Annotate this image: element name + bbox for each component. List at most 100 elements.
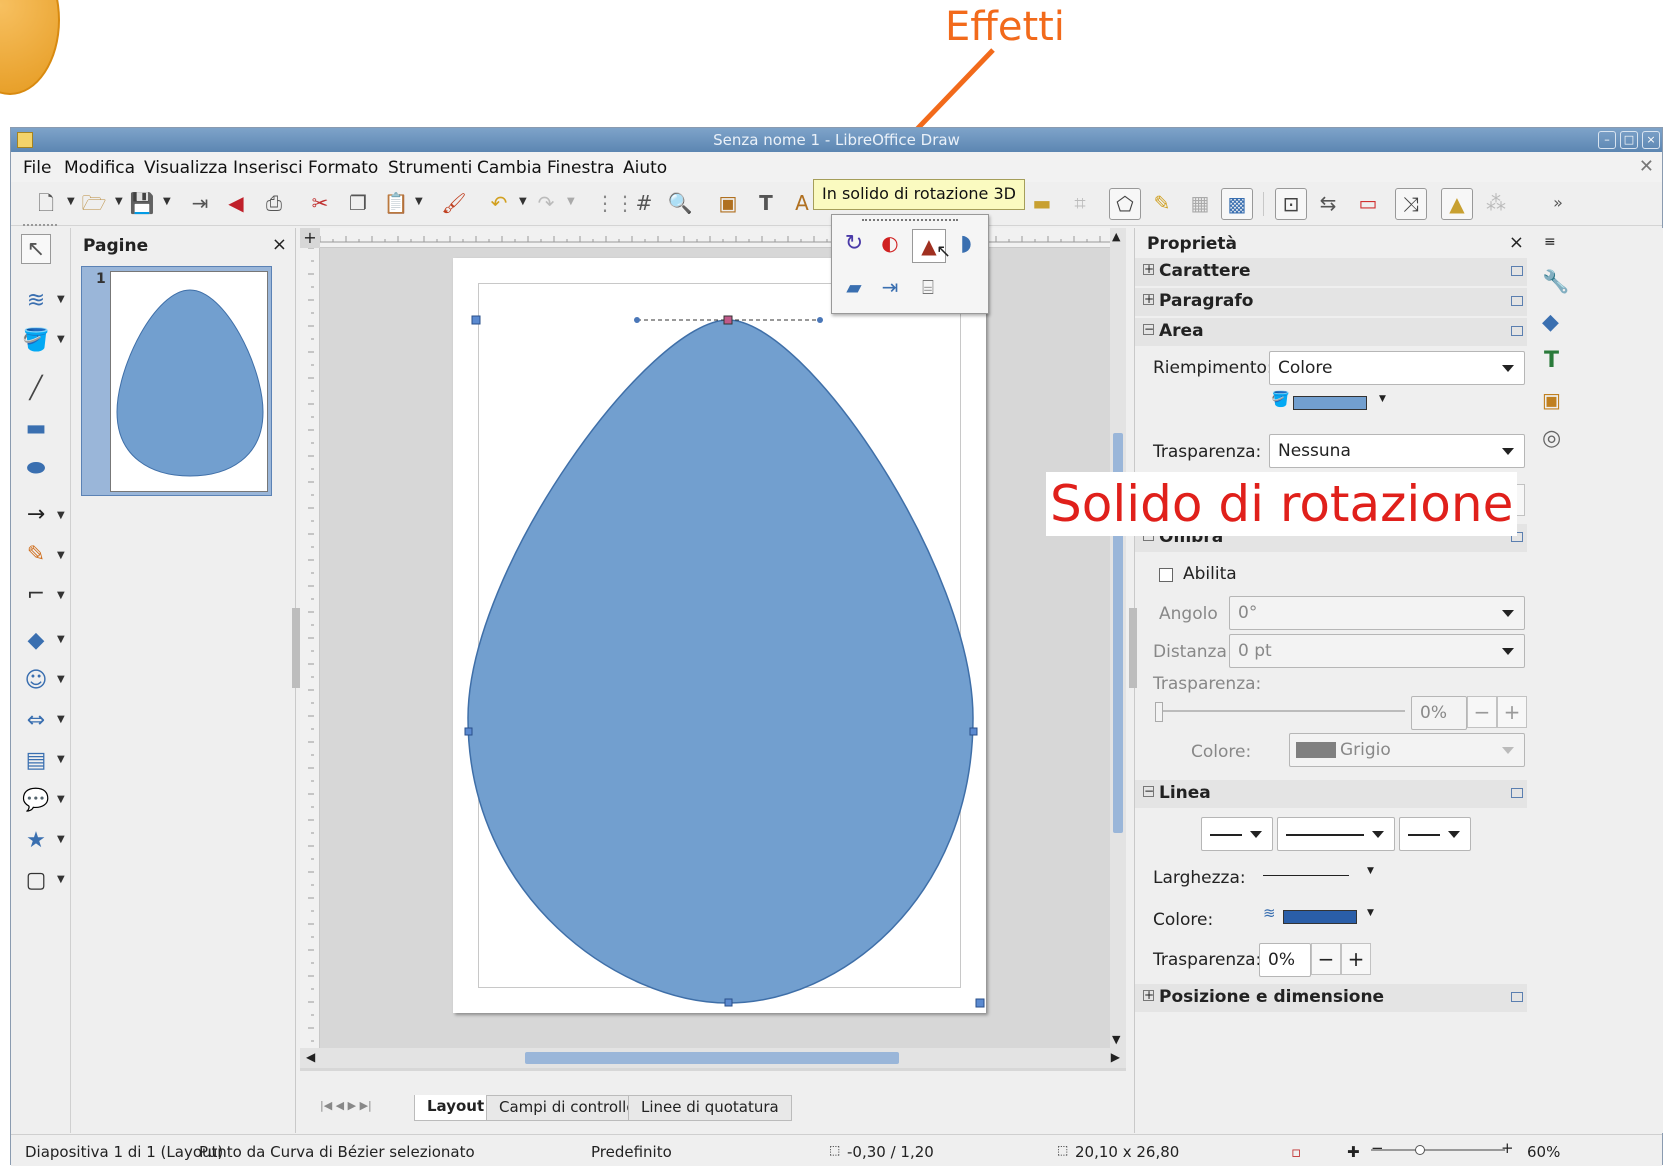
more-tools-icon[interactable]: ⁂ (1483, 190, 1509, 216)
zoom-slider[interactable] (1371, 1149, 1505, 1151)
shadow-toggle-icon[interactable]: ▬ (1029, 190, 1055, 216)
curve-icon[interactable]: ✎ (21, 540, 51, 570)
line-minus-button[interactable]: − (1311, 943, 1341, 975)
shadow-plus-button[interactable]: + (1497, 696, 1527, 728)
sidebar-menu-icon[interactable]: ≡ (1544, 234, 1556, 250)
cylinder-icon[interactable]: ⌸ (914, 275, 942, 305)
section-posizione-dimensione[interactable]: + Posizione e dimensione (1135, 984, 1527, 1012)
insert-image-icon[interactable]: ▣ (715, 190, 741, 216)
shadow-angle-select[interactable]: 0° (1229, 596, 1525, 630)
copy-icon[interactable]: ❐ (345, 190, 371, 216)
arrange-icon[interactable]: ⇆ (1315, 190, 1341, 216)
menu-cambia[interactable]: Cambia (477, 158, 542, 178)
flowchart-icon[interactable]: ▤ (21, 746, 51, 776)
flip-icon[interactable]: ◐ (876, 231, 904, 261)
transparency-icon[interactable]: ⇥ (876, 275, 904, 305)
clone-formatting-icon[interactable]: 🖌 (441, 190, 467, 216)
undo-dropdown-icon[interactable]: ▼ (519, 196, 527, 207)
undo-icon[interactable]: ↶ (486, 190, 512, 216)
connector-icon[interactable]: ⌐ (21, 580, 51, 610)
glue-points-icon[interactable]: ✎ (1149, 190, 1175, 216)
select-arrow-icon[interactable]: ↖ (21, 234, 51, 264)
gallery-deck-icon[interactable]: ▣ (1542, 388, 1561, 412)
connector-dropdown-icon[interactable]: ▼ (57, 590, 65, 601)
basic-shapes-dropdown-icon[interactable]: ▼ (57, 634, 65, 645)
3d-effects-icon[interactable]: ▲ (1441, 188, 1473, 220)
vertical-scrollbar[interactable]: ▲ ▼ (1110, 228, 1126, 1048)
pages-panel-splitter[interactable] (292, 608, 300, 688)
menu-formato[interactable]: Formato (308, 158, 378, 178)
paste-icon[interactable]: 📋 (383, 190, 409, 216)
popup-grip[interactable] (862, 219, 958, 221)
lines-arrows-icon[interactable]: → (21, 500, 51, 530)
maximize-icon[interactable]: □ (1620, 131, 1638, 149)
callouts-dropdown-icon[interactable]: ▼ (57, 794, 65, 805)
fit-page-icon[interactable]: ✚ (1347, 1143, 1360, 1161)
cut-icon[interactable]: ✂ (307, 190, 333, 216)
grid-icon[interactable]: ⋮⋮ (595, 190, 635, 216)
page-thumbnail[interactable]: 1 (81, 266, 272, 496)
line-transparency-field[interactable]: 0% (1259, 943, 1311, 977)
more-options-icon[interactable] (1511, 296, 1523, 306)
insert-textbox-icon[interactable]: T (753, 190, 779, 216)
open-dropdown-icon[interactable]: ▼ (115, 196, 123, 207)
zoom-slider-thumb[interactable] (1415, 1145, 1425, 1155)
status-zoom[interactable]: 60% (1527, 1143, 1560, 1161)
horizontal-scroll-thumb[interactable] (525, 1052, 899, 1064)
section-area[interactable]: − Area (1135, 318, 1527, 346)
stars-dropdown-icon[interactable]: ▼ (57, 834, 65, 845)
save-icon[interactable]: 💾 (129, 190, 155, 216)
set-in-circle-icon[interactable]: ◗ (952, 231, 980, 261)
save-dropdown-icon[interactable]: ▼ (163, 196, 171, 207)
fontwork-deck-icon[interactable]: T (1544, 348, 1559, 373)
properties-close-icon[interactable]: × (1509, 232, 1524, 253)
fontwork-icon[interactable]: A (789, 190, 815, 216)
stars-icon[interactable]: ★ (21, 826, 51, 856)
crop-icon[interactable]: ⌗ (1067, 190, 1093, 216)
curve-dropdown-icon[interactable]: ▼ (57, 550, 65, 561)
align-icon[interactable]: ⊡ (1275, 188, 1307, 220)
scroll-down-icon[interactable]: ▼ (1112, 1033, 1120, 1046)
line-icon[interactable]: ╱ (21, 374, 51, 404)
line-color-dropdown-icon[interactable]: ▼ (57, 294, 65, 305)
shadow-enable-checkbox[interactable] (1159, 568, 1173, 582)
lines-arrows-dropdown-icon[interactable]: ▼ (57, 510, 65, 521)
scroll-right-icon[interactable]: ▶ (1111, 1050, 1120, 1064)
points-toggle-icon[interactable]: ⬠ (1109, 188, 1141, 220)
sidebar-splitter[interactable] (1129, 608, 1137, 688)
styles-deck-icon[interactable]: ◆ (1542, 310, 1559, 335)
tab-navigation[interactable]: |◀ ◀ ▶ ▶| (320, 1099, 372, 1112)
zoom-in-icon[interactable]: + (1501, 1139, 1514, 1157)
more-options-icon[interactable] (1511, 266, 1523, 276)
distort-icon[interactable]: ▰ (840, 275, 868, 305)
callouts-icon[interactable]: 💬 (21, 786, 51, 816)
zoom-icon[interactable]: 🔍 (667, 190, 693, 216)
section-paragrafo[interactable]: + Paragrafo (1135, 288, 1527, 316)
shadow-color-select[interactable]: Grigio (1289, 733, 1525, 767)
navigator-deck-icon[interactable]: ◎ (1542, 426, 1561, 451)
area-transparency-select[interactable]: Nessuna (1269, 434, 1525, 468)
egg-shape-svg[interactable] (320, 248, 1110, 1048)
pages-panel-close-icon[interactable]: × (272, 234, 287, 255)
menu-aiuto[interactable]: Aiuto (623, 158, 667, 178)
new-dropdown-icon[interactable]: ▼ (67, 196, 75, 207)
tab-linee-di-quotatura[interactable]: Linee di quotatura (628, 1095, 792, 1121)
fill-color-dropdown-icon[interactable]: ▼ (57, 334, 65, 345)
redo-dropdown-icon[interactable]: ▼ (567, 196, 575, 207)
menu-strumenti[interactable]: Strumenti (388, 158, 472, 178)
properties-deck-icon[interactable]: 🔧 (1542, 270, 1569, 295)
open-folder-icon[interactable]: 🗁 (81, 190, 107, 216)
toolbar-overflow-icon[interactable]: » (1545, 190, 1571, 216)
section-linea[interactable]: − Linea (1135, 780, 1527, 808)
zoom-out-icon[interactable]: − (1371, 1139, 1384, 1157)
more-options-icon[interactable] (1511, 326, 1523, 336)
rotate-icon[interactable]: ↻ (840, 231, 868, 261)
fill-color-picker[interactable]: 🪣 ▼ (1271, 390, 1391, 412)
new-document-icon[interactable]: 🗋 (33, 190, 59, 216)
rectangle-icon[interactable]: ▬ (21, 414, 51, 444)
line-style-select[interactable] (1277, 817, 1395, 851)
print-icon[interactable]: ⎙ (261, 190, 287, 216)
symbol-shapes-dropdown-icon[interactable]: ▼ (57, 674, 65, 685)
3d-objects-dropdown-icon[interactable]: ▼ (57, 874, 65, 885)
section-carattere[interactable]: + Carattere (1135, 258, 1527, 286)
